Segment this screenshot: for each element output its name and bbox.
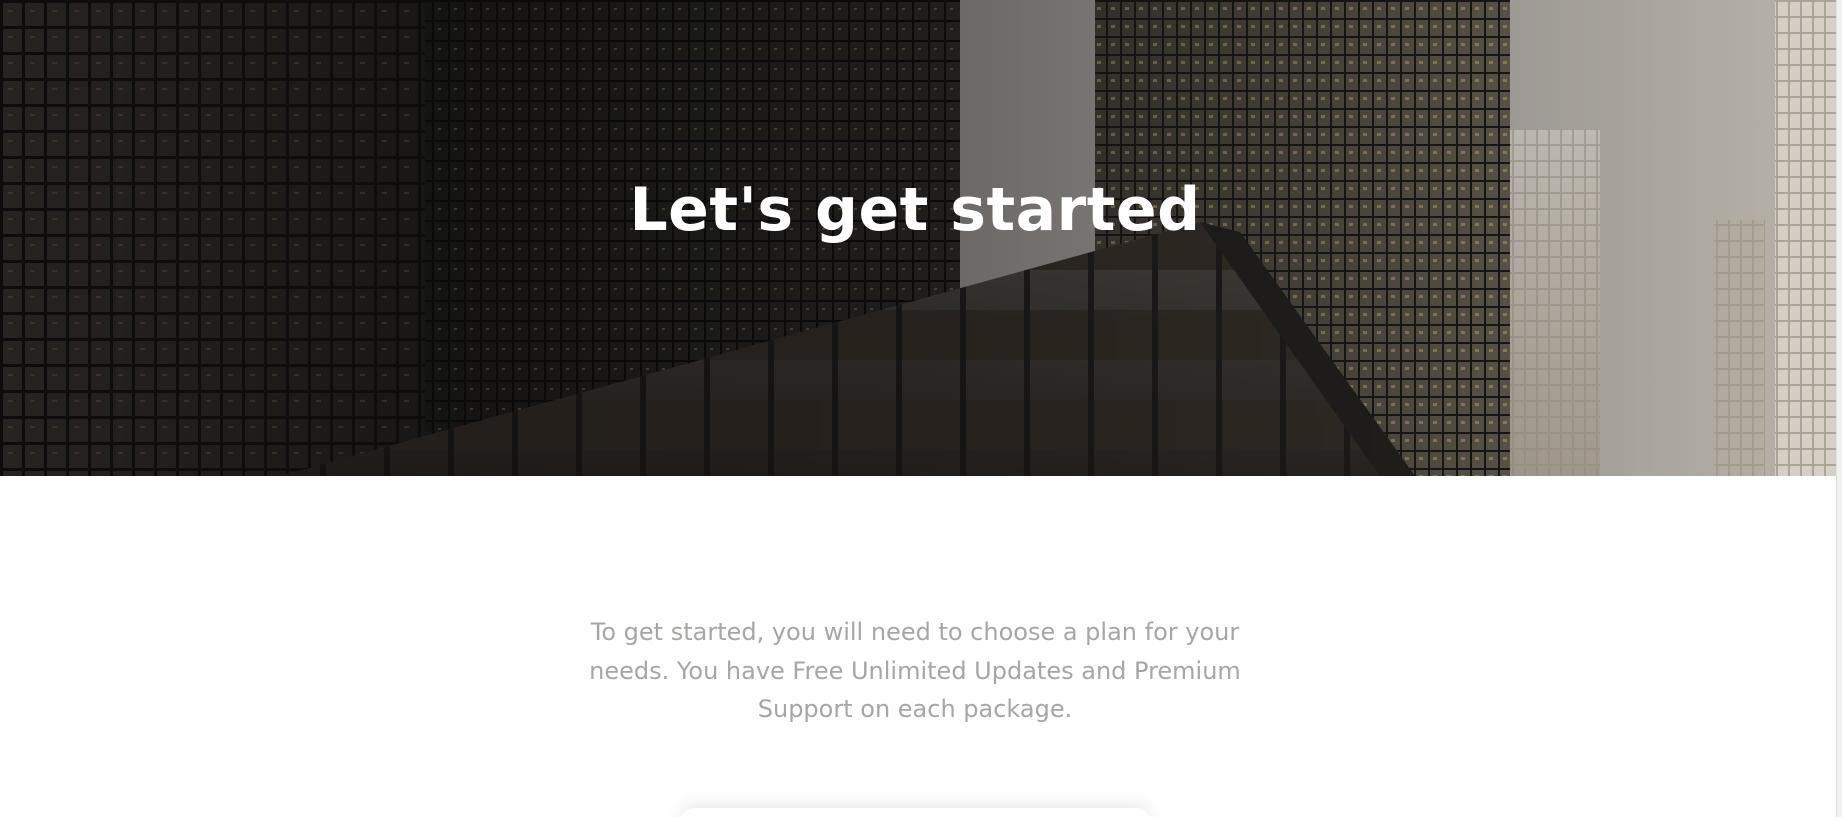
pricing-card-top [680,808,1150,817]
intro-text: To get started, you will need to choose … [589,618,1241,723]
hero-section: Let's get started [0,0,1836,476]
page: Let's get started To get started, you wi… [0,0,1842,817]
scrollbar[interactable] [1836,0,1842,817]
hero-title: Let's get started [629,175,1201,245]
